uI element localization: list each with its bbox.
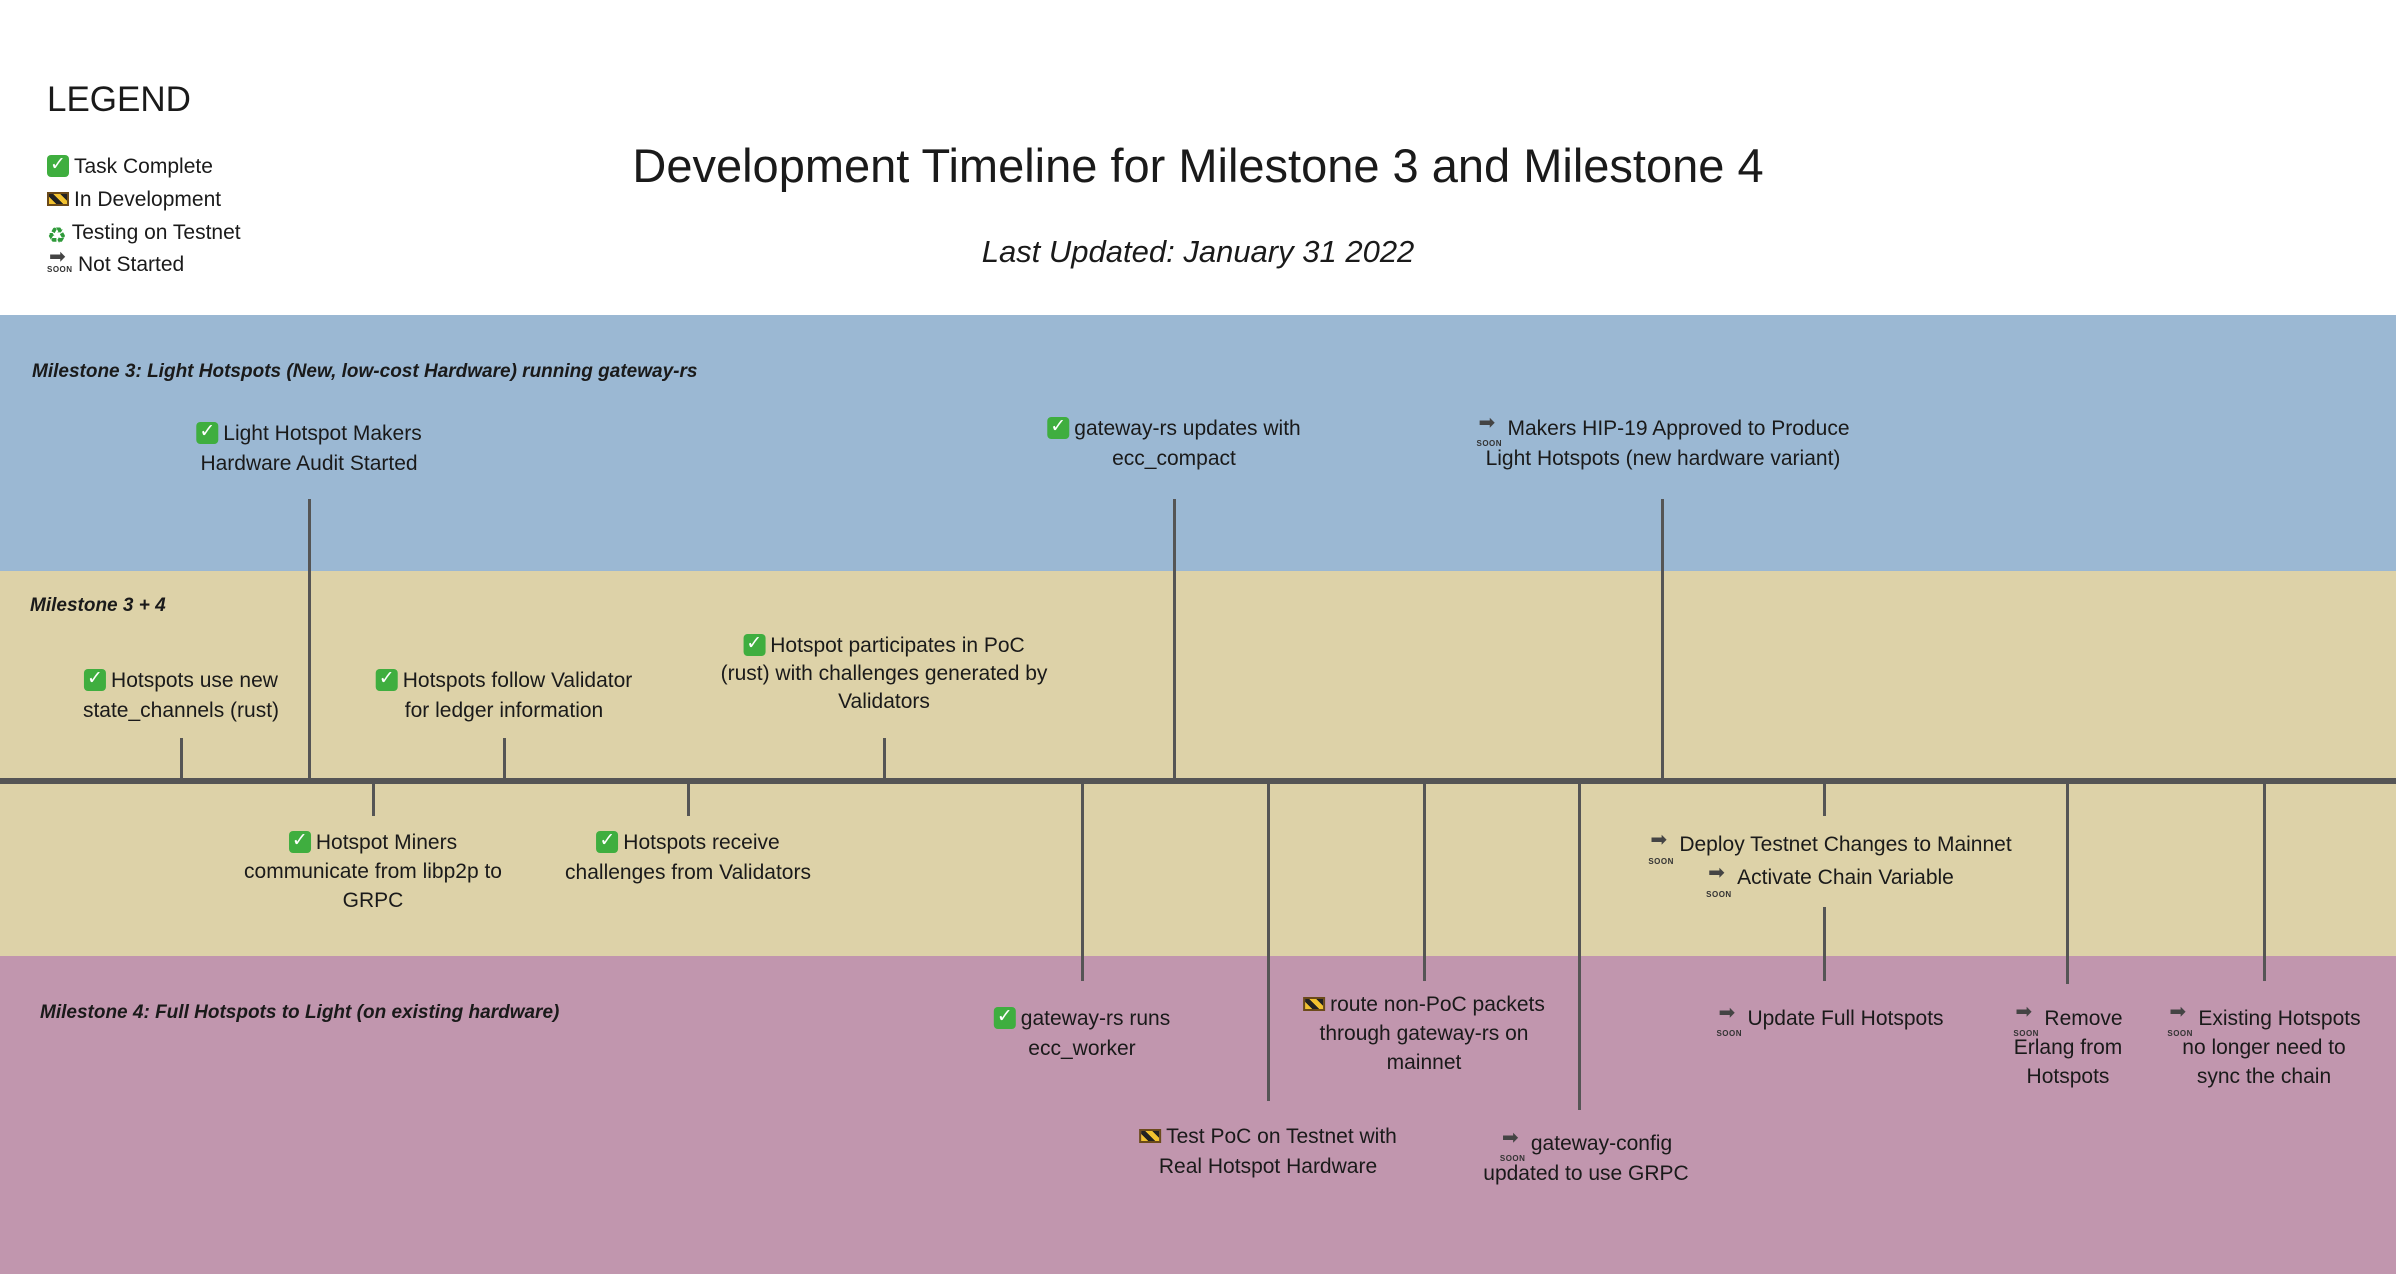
item-gateway-ecc-compact: gateway-rs updates with ecc_compact [1047,414,1301,474]
item-ecc-worker: gateway-rs runs ecc_worker [993,1004,1170,1064]
soon-arrow-icon [1500,1123,1526,1174]
stem-route-packets [1423,783,1426,981]
construction-icon [1303,997,1326,1011]
stem-follow-validator [503,738,506,779]
milestone-4-label: Milestone 4: Full Hotspots to Light (on … [40,1002,560,1023]
item-remove-erlang: Remove Erlang from Hotspots [2013,998,2122,1091]
item-follow-validator: Hotspots follow Validator for ledger inf… [375,666,632,726]
construction-icon [1139,1129,1162,1143]
soon-arrow-icon [1716,998,1742,1049]
item-route-packets: route non-PoC packets through gateway-rs… [1303,990,1545,1077]
stem-remove-erlang [2066,783,2069,984]
item-state-channels: Hotspots use new state_channels (rust) [83,666,279,726]
soon-arrow-icon [1648,824,1674,878]
stem-light-hotspot-makers [308,499,311,779]
milestone-3-4-label: Milestone 3 + 4 [30,595,166,616]
soon-arrow-icon [1476,408,1502,459]
check-icon [596,828,619,854]
check-icon [993,1004,1016,1030]
item-light-hotspot-makers: Light Hotspot Makers Hardware Audit Star… [196,419,422,479]
item-libp2p-grpc: Hotspot Miners communicate from libp2p t… [244,828,502,915]
stem-receive-challenges [687,783,690,816]
item-deploy-mainnet: Deploy Testnet Changes to Mainnet Activa… [1648,824,2011,911]
item-test-poc: Test PoC on Testnet with Real Hotspot Ha… [1139,1122,1397,1182]
soon-arrow-icon [2013,998,2039,1048]
stem-ecc-worker [1081,783,1084,981]
check-icon [1047,414,1070,440]
item-poc-rust: Hotspot participates in PoC (rust) with … [721,631,1048,716]
stem-state-channels [180,738,183,779]
soon-arrow-icon [2167,998,2193,1048]
timeline-axis [0,778,2396,784]
item-gateway-config: gateway-config updated to use GRPC [1483,1123,1688,1189]
item-update-full: Update Full Hotspots [1716,998,1943,1049]
stem-deploy-mainnet [1823,783,1826,816]
stem-libp2p-grpc [372,783,375,816]
stem-update-full [1823,907,1826,981]
stem-test-poc [1267,783,1270,1101]
item-receive-challenges: Hotspots receive challenges from Validat… [565,828,811,888]
page-title: Development Timeline for Milestone 3 and… [632,139,1764,192]
item-existing-hotspots: Existing Hotspots no longer need to sync… [2167,998,2360,1091]
last-updated: Last Updated: January 31 2022 [981,234,1415,269]
soon-arrow-icon [1706,857,1732,911]
construction-icon [47,192,69,206]
check-icon [84,666,107,692]
stem-existing-hotspots [2263,783,2266,981]
stem-hip19 [1661,499,1664,779]
stem-gateway-config [1578,783,1581,1110]
check-icon [375,666,398,692]
check-icon [288,828,311,854]
stem-gateway-ecc-compact [1173,499,1176,779]
stem-poc-rust [883,738,886,779]
legend-title: LEGEND [47,80,191,119]
check-icon [196,419,219,445]
milestone-3-label: Milestone 3: Light Hotspots (New, low-co… [32,361,698,382]
check-icon [743,631,766,657]
item-hip19: Makers HIP-19 Approved to Produce Light … [1476,408,1849,474]
